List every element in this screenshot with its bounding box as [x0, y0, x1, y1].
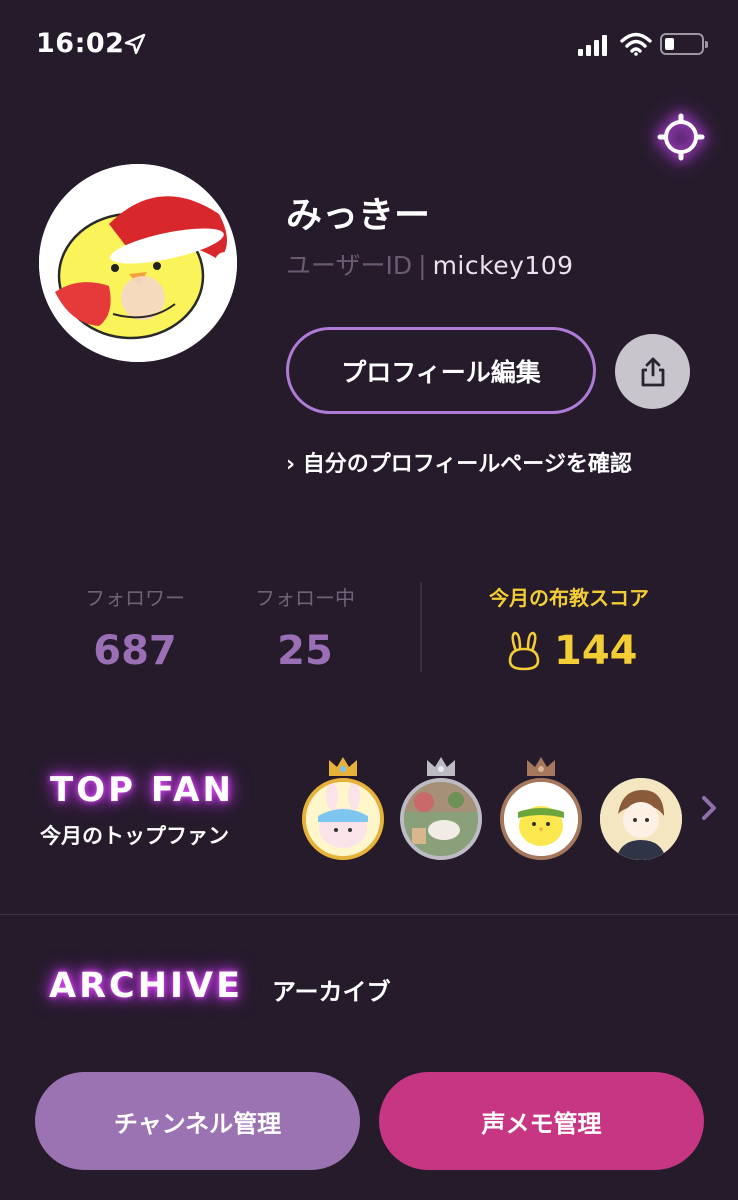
silver-crown-icon	[427, 757, 455, 776]
fan-1-image	[306, 782, 380, 856]
chick-avatar-image	[39, 164, 237, 362]
bronze-crown-icon	[527, 757, 555, 776]
archive-subtitle: アーカイブ	[272, 978, 391, 1006]
share-button[interactable]	[615, 334, 690, 409]
voice-memo-management-button[interactable]: 声メモ管理	[379, 1072, 704, 1170]
rabbit-icon	[508, 631, 540, 671]
section-divider	[0, 914, 738, 915]
view-my-profile-link[interactable]: › 自分のプロフィールページを確認	[286, 446, 632, 478]
top-fan-avatar-1[interactable]	[302, 754, 384, 862]
settings-gear-icon[interactable]	[656, 112, 706, 162]
followers-count[interactable]: 687	[70, 628, 200, 674]
user-id-value: mickey109	[432, 251, 574, 280]
cellular-signal-icon	[578, 34, 607, 56]
following-count[interactable]: 25	[240, 628, 370, 674]
top-fan-avatar-3[interactable]	[500, 754, 582, 862]
location-arrow-icon	[124, 33, 146, 55]
archive-title: ARCHIVE	[49, 966, 244, 1006]
following-label: フォロー中	[255, 586, 355, 610]
stats-divider	[420, 582, 422, 672]
profile-user-id: ユーザーID | mickey109	[286, 246, 574, 282]
top-fan-subtitle: 今月のトップファン	[40, 824, 229, 848]
chevron-right-icon[interactable]	[700, 794, 718, 822]
monthly-score: 144	[506, 628, 638, 674]
monthly-score-label: 今月の布教スコア	[489, 586, 649, 610]
channel-management-button[interactable]: チャンネル管理	[35, 1072, 360, 1170]
fan-4-image	[600, 778, 682, 860]
user-id-separator: |	[418, 251, 427, 280]
user-id-label: ユーザーID	[286, 251, 413, 280]
gold-crown-icon	[329, 757, 357, 776]
battery-icon	[660, 33, 708, 55]
fan-2-image	[404, 782, 478, 856]
status-time: 16:02	[36, 28, 125, 59]
top-fan-avatar-4[interactable]	[600, 754, 682, 862]
top-fan-avatar-2[interactable]	[400, 754, 482, 862]
share-icon	[641, 357, 664, 386]
profile-username: みっきー	[286, 195, 431, 236]
fan-3-image	[504, 782, 578, 856]
followers-label: フォロワー	[85, 586, 185, 610]
edit-profile-button[interactable]: プロフィール編集	[286, 327, 596, 414]
profile-screen: 16:02 みっきー ユーザーID | mickey109 プロフィール編集 ›…	[0, 0, 738, 1200]
wifi-icon	[620, 32, 652, 56]
monthly-score-value: 144	[554, 628, 638, 674]
profile-avatar[interactable]	[39, 164, 237, 362]
top-fan-title: TOP FAN	[50, 770, 234, 810]
